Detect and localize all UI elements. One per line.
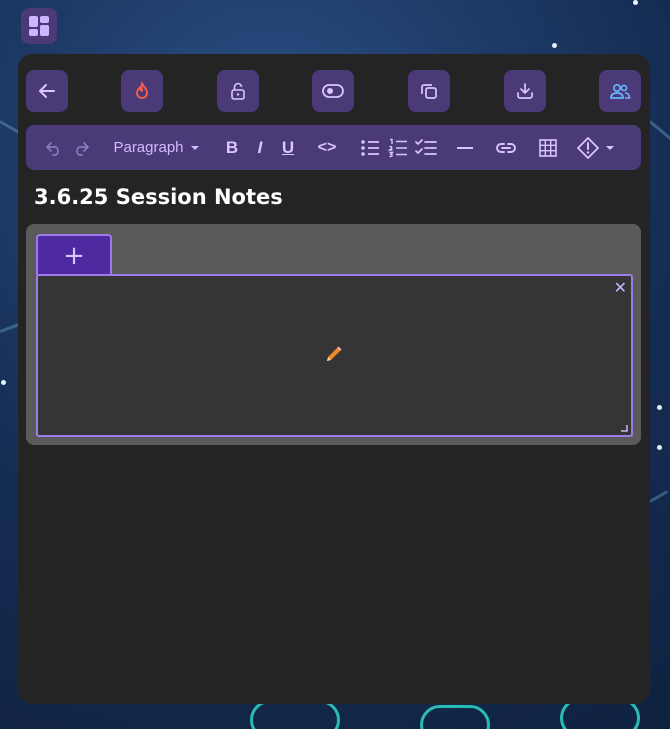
dashboard-button[interactable]: [21, 8, 57, 44]
users-icon: [610, 83, 631, 99]
ordered-list-icon: [388, 138, 407, 157]
flame-icon: [136, 82, 148, 99]
undo-button[interactable]: [44, 125, 64, 170]
editor-area[interactable]: ✕: [36, 274, 633, 437]
horizontal-rule-button[interactable]: [455, 125, 475, 170]
table-button[interactable]: [537, 125, 559, 170]
italic-label: I: [257, 137, 263, 157]
tab-container: + ✕: [26, 224, 641, 445]
notes-panel: Paragraph B I U <> 3.6.25 Session Notes …: [18, 54, 650, 704]
back-button[interactable]: [26, 70, 68, 112]
page-title[interactable]: 3.6.25 Session Notes: [34, 185, 283, 209]
add-tab-label: +: [63, 240, 85, 271]
block-type-label: Paragraph: [113, 139, 184, 156]
copy-button[interactable]: [408, 70, 450, 112]
pencil-icon: [327, 346, 342, 361]
dashboard-icon: [29, 16, 49, 36]
redo-button[interactable]: [71, 125, 91, 170]
bullet-list-button[interactable]: [359, 125, 381, 170]
underline-label: U: [281, 137, 295, 157]
top-action-bar: [18, 70, 650, 112]
add-tab-button[interactable]: +: [36, 234, 112, 275]
ordered-list-button[interactable]: [387, 125, 409, 170]
redo-icon: [76, 141, 89, 156]
undo-icon: [46, 141, 59, 156]
link-button[interactable]: [494, 125, 518, 170]
code-label: <>: [317, 138, 337, 156]
chevron-down-icon: [606, 145, 614, 150]
copy-icon: [421, 84, 437, 99]
format-toolbar: Paragraph B I U <>: [26, 125, 641, 170]
chevron-down-icon: [190, 145, 199, 150]
checklist-button[interactable]: [415, 125, 437, 170]
bold-button[interactable]: B: [222, 125, 242, 170]
toggle-button[interactable]: [312, 70, 354, 112]
bullet-list-icon: [361, 139, 379, 156]
download-icon: [517, 83, 533, 99]
code-button[interactable]: <>: [314, 125, 340, 170]
download-button[interactable]: [504, 70, 546, 112]
callout-dropdown-button[interactable]: [576, 125, 616, 170]
callout-icon: [577, 136, 599, 159]
checklist-icon: [415, 138, 437, 155]
toggle-icon: [322, 84, 344, 98]
italic-button[interactable]: I: [250, 125, 270, 170]
resize-handle-icon[interactable]: [620, 424, 628, 432]
unlock-icon: [231, 82, 245, 100]
table-icon: [539, 138, 557, 157]
horizontal-rule-icon: [457, 146, 473, 149]
block-type-select[interactable]: Paragraph: [109, 125, 204, 170]
bold-label: B: [225, 137, 239, 157]
flame-button[interactable]: [121, 70, 163, 112]
close-icon[interactable]: ✕: [614, 278, 627, 297]
lock-button[interactable]: [217, 70, 259, 112]
share-users-button[interactable]: [599, 70, 641, 112]
link-icon: [496, 142, 516, 153]
arrow-left-icon: [39, 84, 55, 98]
underline-button[interactable]: U: [278, 125, 298, 170]
